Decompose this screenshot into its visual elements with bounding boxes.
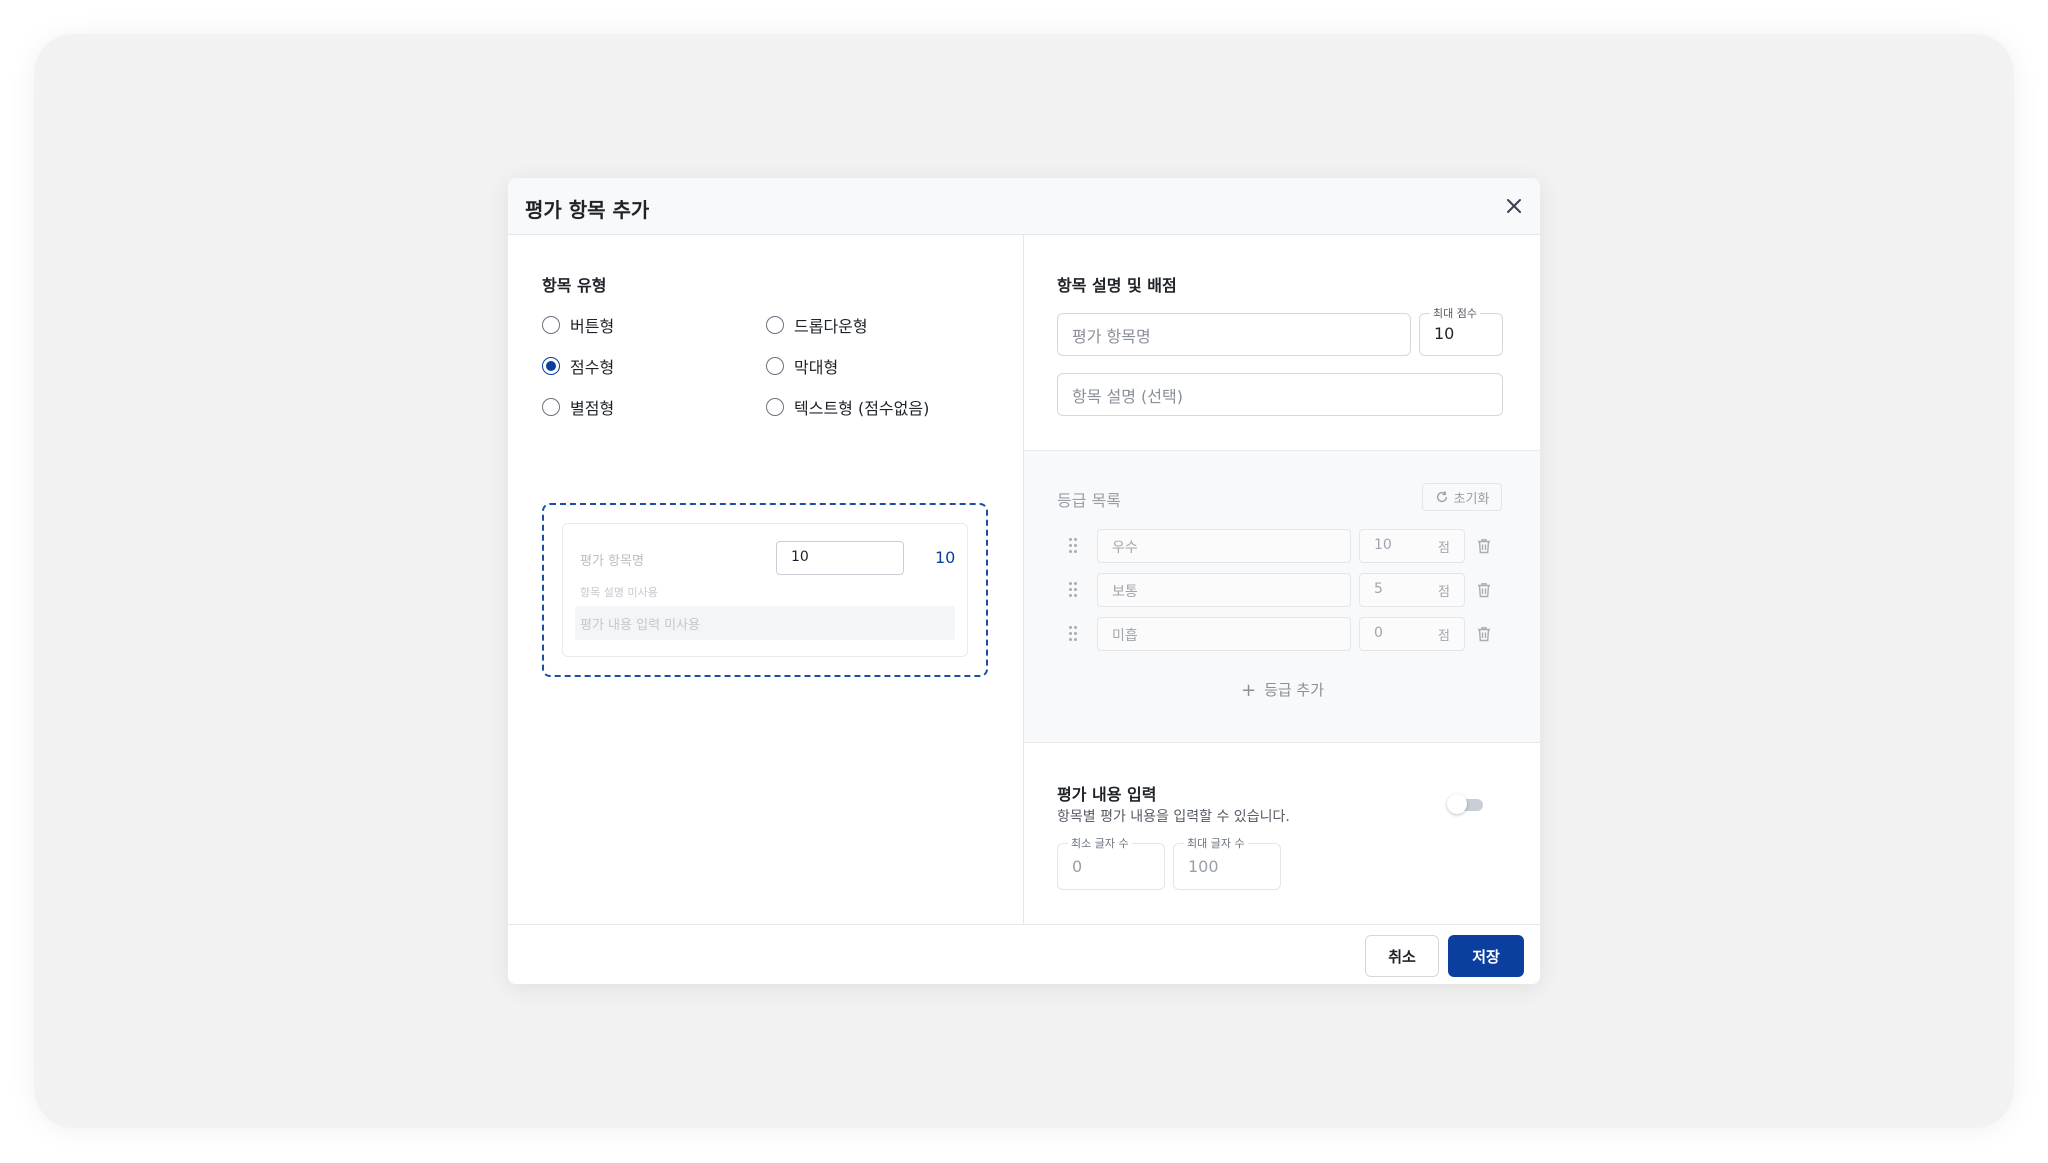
min-length-label: 최소 글자 수 bbox=[1068, 835, 1132, 851]
grade-name-input[interactable]: 보통 bbox=[1097, 573, 1351, 607]
preview-item-name: 평가 항목명 bbox=[580, 554, 644, 569]
trash-icon[interactable] bbox=[1475, 537, 1493, 555]
details-pane: 항목 설명 및 배점 평가 항목명 최대 점수 10 항목 설명 (선택) 등급… bbox=[1023, 235, 1540, 925]
add-grade-button[interactable]: + 등급 추가 bbox=[1024, 679, 1540, 701]
max-score-value: 10 bbox=[1434, 324, 1455, 343]
preview-max-score: 10 bbox=[935, 548, 956, 567]
radio-label: 점수형 bbox=[570, 358, 615, 377]
add-evaluation-item-dialog: 평가 항목 추가 항목 유형 버튼형 드롭다운형 점수형 막대형 별점형 텍스트… bbox=[508, 178, 1540, 984]
item-description-placeholder: 항목 설명 (선택) bbox=[1072, 386, 1183, 406]
reset-label: 초기화 bbox=[1453, 491, 1490, 507]
radio-selected-icon bbox=[542, 357, 560, 375]
grade-score-unit: 점 bbox=[1438, 541, 1450, 556]
drag-handle-icon[interactable] bbox=[1069, 626, 1079, 642]
preview-description: 항목 설명 미사용 bbox=[580, 586, 658, 599]
radio-text-type[interactable]: 텍스트형 (점수없음) bbox=[766, 395, 929, 419]
trash-icon[interactable] bbox=[1475, 625, 1493, 643]
radio-label: 별점형 bbox=[570, 399, 615, 418]
dialog-footer: 취소 저장 bbox=[508, 924, 1540, 984]
preview-score-input[interactable]: 10 bbox=[776, 541, 904, 575]
grade-score-input[interactable]: 0 점 bbox=[1359, 617, 1465, 651]
drag-handle-icon[interactable] bbox=[1069, 582, 1079, 598]
radio-icon bbox=[542, 316, 560, 334]
radio-score-type[interactable]: 점수형 bbox=[542, 354, 614, 378]
item-type-label: 항목 유형 bbox=[542, 276, 607, 295]
reset-button[interactable]: 초기화 bbox=[1422, 483, 1502, 511]
max-length-input[interactable]: 최대 글자 수 100 bbox=[1173, 835, 1281, 890]
max-score-label: 최대 점수 bbox=[1430, 305, 1480, 321]
radio-label: 드롭다운형 bbox=[794, 317, 868, 336]
grade-score-value: 10 bbox=[1374, 537, 1392, 553]
close-icon[interactable] bbox=[1502, 194, 1526, 218]
radio-dropdown-type[interactable]: 드롭다운형 bbox=[766, 313, 868, 337]
toggle-knob bbox=[1447, 794, 1467, 814]
preview-content-input: 평가 내용 입력 미사용 bbox=[575, 606, 955, 640]
radio-label: 버튼형 bbox=[570, 317, 615, 336]
cancel-button[interactable]: 취소 bbox=[1365, 935, 1439, 977]
plus-icon: + bbox=[1240, 680, 1257, 701]
item-name-input[interactable]: 평가 항목명 bbox=[1057, 313, 1411, 356]
radio-button-type[interactable]: 버튼형 bbox=[542, 313, 614, 337]
content-input-description: 항목별 평가 내용을 입력할 수 있습니다. bbox=[1057, 809, 1290, 825]
grade-row: 보통 5 점 bbox=[1057, 573, 1502, 607]
min-length-value: 0 bbox=[1072, 857, 1083, 876]
radio-icon bbox=[766, 398, 784, 416]
grade-score-input[interactable]: 10 점 bbox=[1359, 529, 1465, 563]
radio-label: 텍스트형 (점수없음) bbox=[794, 399, 930, 418]
min-length-input[interactable]: 최소 글자 수 0 bbox=[1057, 835, 1165, 890]
grade-score-unit: 점 bbox=[1438, 585, 1450, 600]
grade-score-value: 0 bbox=[1374, 625, 1383, 641]
radio-icon bbox=[766, 357, 784, 375]
grade-row: 미흡 0 점 bbox=[1057, 617, 1502, 651]
save-button[interactable]: 저장 bbox=[1448, 935, 1524, 977]
add-grade-label: 등급 추가 bbox=[1264, 681, 1325, 699]
dialog-title: 평가 항목 추가 bbox=[525, 198, 650, 222]
grade-score-unit: 점 bbox=[1438, 629, 1450, 644]
preview-card: 평가 항목명 10 10 항목 설명 미사용 평가 내용 입력 미사용 bbox=[562, 523, 968, 657]
max-length-label: 최대 글자 수 bbox=[1184, 835, 1248, 851]
radio-icon bbox=[766, 316, 784, 334]
grade-name-input[interactable]: 미흡 bbox=[1097, 617, 1351, 651]
drag-handle-icon[interactable] bbox=[1069, 538, 1079, 554]
item-name-placeholder: 평가 항목명 bbox=[1072, 326, 1151, 346]
grade-list-label: 등급 목록 bbox=[1057, 491, 1121, 510]
grade-row: 우수 10 점 bbox=[1057, 529, 1502, 563]
max-score-input[interactable]: 최대 점수 10 bbox=[1419, 305, 1503, 356]
grade-list-section: 등급 목록 초기화 우수 10 점 보통 5 점 미흡 0 점 + 등급 추가 bbox=[1024, 450, 1540, 743]
radio-bar-type[interactable]: 막대형 bbox=[766, 354, 838, 378]
dialog-header: 평가 항목 추가 bbox=[508, 178, 1540, 235]
trash-icon[interactable] bbox=[1475, 581, 1493, 599]
radio-star-type[interactable]: 별점형 bbox=[542, 395, 614, 419]
grade-score-input[interactable]: 5 점 bbox=[1359, 573, 1465, 607]
item-type-pane: 항목 유형 버튼형 드롭다운형 점수형 막대형 별점형 텍스트형 (점수없음) bbox=[508, 235, 1023, 925]
grade-name-input[interactable]: 우수 bbox=[1097, 529, 1351, 563]
content-input-title: 평가 내용 입력 bbox=[1057, 785, 1157, 804]
preview-frame: 평가 항목명 10 10 항목 설명 미사용 평가 내용 입력 미사용 bbox=[542, 503, 988, 677]
details-label: 항목 설명 및 배점 bbox=[1057, 276, 1177, 295]
refresh-icon bbox=[1436, 491, 1447, 503]
radio-label: 막대형 bbox=[794, 358, 839, 377]
content-input-toggle[interactable] bbox=[1445, 793, 1489, 815]
grade-score-value: 5 bbox=[1374, 581, 1383, 597]
max-length-value: 100 bbox=[1188, 857, 1219, 876]
radio-icon bbox=[542, 398, 560, 416]
item-description-input[interactable]: 항목 설명 (선택) bbox=[1057, 373, 1503, 416]
